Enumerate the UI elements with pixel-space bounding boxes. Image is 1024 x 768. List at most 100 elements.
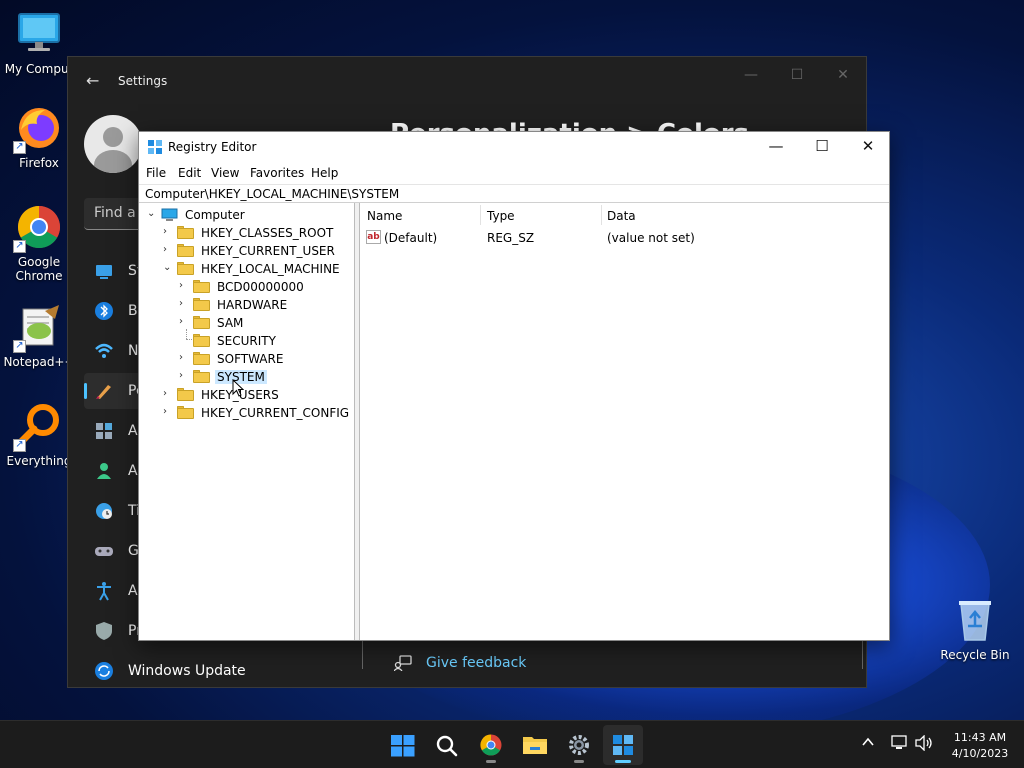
shortcut-arrow-icon: ↗ — [13, 340, 26, 353]
value-name: (Default) — [384, 231, 438, 245]
value-data: (value not set) — [607, 231, 695, 245]
avatar[interactable] — [84, 115, 142, 173]
folder-icon — [193, 370, 210, 383]
taskbar-file-explorer-button[interactable] — [515, 725, 555, 765]
accessibility-icon — [94, 581, 114, 601]
chevron-right-icon[interactable]: › — [163, 407, 173, 417]
computer-icon — [161, 208, 178, 221]
menu-help[interactable]: Help — [311, 166, 338, 180]
tree-node-label: HARDWARE — [217, 298, 288, 312]
desktop-icon-recycle-bin[interactable]: Recycle Bin — [936, 596, 1014, 662]
column-separator[interactable] — [480, 205, 481, 225]
menu-edit[interactable]: Edit — [178, 166, 201, 180]
windows-start-icon — [391, 735, 415, 761]
folder-icon — [193, 280, 210, 293]
gaming-icon — [94, 541, 114, 561]
apps-icon — [94, 421, 114, 441]
folder-icon — [177, 226, 194, 239]
nav-item-windows-update[interactable]: Windows Update — [84, 653, 334, 689]
chrome-icon — [479, 733, 503, 761]
folder-icon — [177, 244, 194, 257]
windows-update-icon — [94, 661, 114, 681]
chevron-right-icon[interactable]: › — [163, 389, 173, 399]
menu-favorites[interactable]: Favorites — [250, 166, 304, 180]
regedit-titlebar[interactable]: Registry Editor — ☐ ✕ — [139, 132, 889, 162]
chevron-down-icon[interactable]: ⌄ — [163, 263, 173, 273]
tree-node-label: Computer — [185, 208, 245, 222]
folder-icon — [193, 334, 210, 347]
system-clock[interactable]: 11:43 AM 4/10/2023 — [940, 730, 1020, 762]
menu-file[interactable]: File — [146, 166, 166, 180]
recycle-bin-icon — [951, 596, 999, 644]
chevron-right-icon[interactable]: › — [179, 281, 189, 291]
accounts-icon — [94, 461, 114, 481]
running-indicator — [615, 760, 631, 763]
column-header-type[interactable]: Type — [487, 209, 515, 223]
shortcut-arrow-icon: ↗ — [13, 439, 26, 452]
tree-node-label: SOFTWARE — [217, 352, 284, 366]
taskbar-regedit-button[interactable] — [603, 725, 643, 765]
column-header-name[interactable]: Name — [367, 209, 402, 223]
regedit-title: Registry Editor — [168, 140, 257, 154]
chevron-right-icon[interactable]: › — [163, 245, 173, 255]
shortcut-arrow-icon: ↗ — [13, 141, 26, 154]
tree-node-label: HKEY_CURRENT_CONFIG — [201, 406, 350, 420]
settings-title: Settings — [118, 74, 168, 88]
system-icon — [94, 261, 114, 281]
taskbar-search-button[interactable] — [427, 725, 467, 765]
folder-icon — [177, 406, 194, 419]
registry-editor-window[interactable]: Registry Editor — ☐ ✕ File Edit View Fav… — [138, 131, 890, 641]
maximize-icon[interactable]: ☐ — [799, 132, 845, 162]
close-icon[interactable]: ✕ — [820, 67, 866, 83]
taskbar-start-button[interactable] — [383, 725, 423, 765]
chevron-up-icon[interactable] — [861, 735, 875, 752]
chevron-right-icon[interactable]: › — [179, 317, 189, 327]
regedit-icon — [147, 139, 163, 155]
minimize-icon[interactable]: — — [728, 67, 774, 83]
column-separator[interactable] — [601, 205, 602, 225]
taskbar: 11:43 AM 4/10/2023 — [0, 720, 1024, 768]
network-icon[interactable] — [891, 735, 909, 754]
folder-icon — [522, 734, 548, 760]
tree-node-label: HKEY_CURRENT_USER — [201, 244, 335, 258]
minimize-icon[interactable]: — — [753, 132, 799, 162]
tree-guide-line — [186, 329, 187, 339]
chevron-right-icon[interactable]: › — [179, 299, 189, 309]
volume-icon[interactable] — [915, 734, 933, 754]
firefox-icon: ↗ — [13, 104, 63, 154]
settings-titlebar[interactable]: ← Settings — ☐ ✕ — [68, 57, 866, 105]
column-header-data[interactable]: Data — [607, 209, 636, 223]
divider — [862, 641, 863, 669]
gear-icon — [567, 733, 591, 761]
taskbar-settings-button[interactable] — [559, 725, 599, 765]
divider — [362, 641, 363, 669]
back-arrow-icon[interactable]: ← — [86, 71, 99, 90]
tree-node-label: HKEY_CLASSES_ROOT — [201, 226, 334, 240]
give-feedback-link[interactable]: Give feedback — [426, 655, 526, 671]
search-icon — [435, 734, 459, 762]
close-icon[interactable]: ✕ — [845, 132, 891, 162]
bluetooth-icon — [94, 301, 114, 321]
tree-pane[interactable]: ⌄ Computer › HKEY_CLASSES_ROOT › HKEY_CU… — [139, 203, 355, 640]
taskbar-chrome-button[interactable] — [471, 725, 511, 765]
nav-label: A — [128, 423, 138, 439]
everything-icon: ↗ — [13, 402, 63, 452]
maximize-icon[interactable]: ☐ — [774, 67, 820, 83]
desktop-icon-label: Recycle Bin — [940, 648, 1010, 662]
feedback-icon — [393, 655, 412, 672]
chevron-right-icon[interactable]: › — [179, 371, 189, 381]
mouse-cursor-icon — [232, 378, 245, 397]
nav-label: Windows Update — [128, 663, 246, 679]
menu-view[interactable]: View — [211, 166, 239, 180]
values-list-pane[interactable]: Name Type Data ab (Default) REG_SZ (valu… — [360, 203, 889, 640]
time-icon — [94, 501, 114, 521]
menu-bar: File Edit View Favorites Help — [139, 162, 889, 184]
tree-node-label: HKEY_LOCAL_MACHINE — [201, 262, 340, 276]
address-bar[interactable]: Computer\HKEY_LOCAL_MACHINE\SYSTEM — [139, 184, 889, 203]
chevron-right-icon[interactable]: › — [163, 227, 173, 237]
chevron-right-icon[interactable]: › — [179, 353, 189, 363]
clock-time: 11:43 AM — [953, 731, 1007, 744]
tree-node-label: SAM — [217, 316, 244, 330]
chevron-down-icon[interactable]: ⌄ — [147, 209, 157, 219]
folder-icon — [193, 352, 210, 365]
